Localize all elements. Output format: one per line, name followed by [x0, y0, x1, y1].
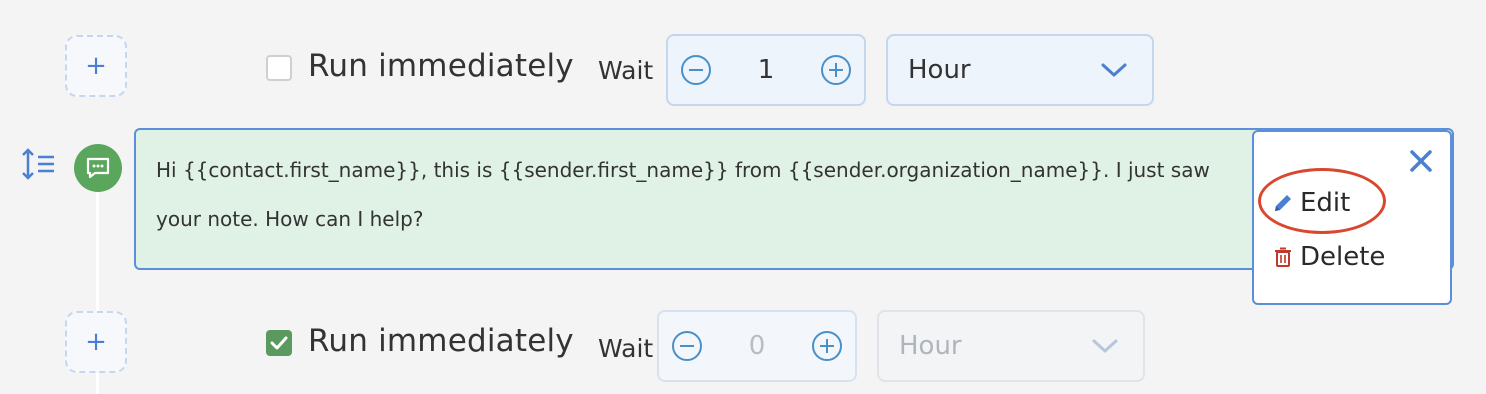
run-immediately-label: Run immediately [308, 323, 574, 359]
time-unit-value: Hour [908, 55, 971, 85]
add-step-button[interactable]: + [65, 35, 127, 97]
wait-label: Wait [598, 56, 654, 85]
plus-circle-icon[interactable] [811, 330, 843, 362]
wait-stepper: 0 [657, 310, 857, 382]
checkmark-icon [270, 336, 288, 350]
edit-label: Edit [1300, 188, 1351, 218]
time-unit-select[interactable]: Hour [886, 34, 1154, 106]
run-immediately-label: Run immediately [308, 48, 574, 84]
trash-icon [1275, 247, 1291, 267]
delete-label: Delete [1300, 242, 1386, 272]
chat-icon [86, 157, 110, 179]
message-actions-menu: Edit Delete [1252, 130, 1452, 305]
edit-menu-item[interactable]: Edit [1272, 188, 1350, 218]
plus-circle-icon[interactable] [820, 54, 852, 86]
delete-menu-item[interactable]: Delete [1272, 242, 1385, 272]
pencil-icon [1275, 195, 1291, 211]
time-unit-select[interactable]: Hour [877, 310, 1145, 382]
chevron-down-icon [1101, 63, 1127, 77]
time-unit-value: Hour [899, 331, 962, 361]
reorder-icon[interactable] [20, 146, 56, 182]
wait-label: Wait [598, 334, 654, 363]
wait-stepper: 1 [666, 34, 866, 106]
message-type-badge [74, 144, 122, 192]
close-icon[interactable] [1408, 148, 1434, 174]
add-step-button[interactable]: + [65, 311, 127, 373]
chevron-down-icon [1092, 339, 1118, 353]
run-immediately-checkbox[interactable] [266, 330, 292, 356]
run-immediately-checkbox[interactable] [266, 55, 292, 81]
message-text: Hi {{contact.first_name}}, this is {{sen… [156, 158, 1210, 231]
